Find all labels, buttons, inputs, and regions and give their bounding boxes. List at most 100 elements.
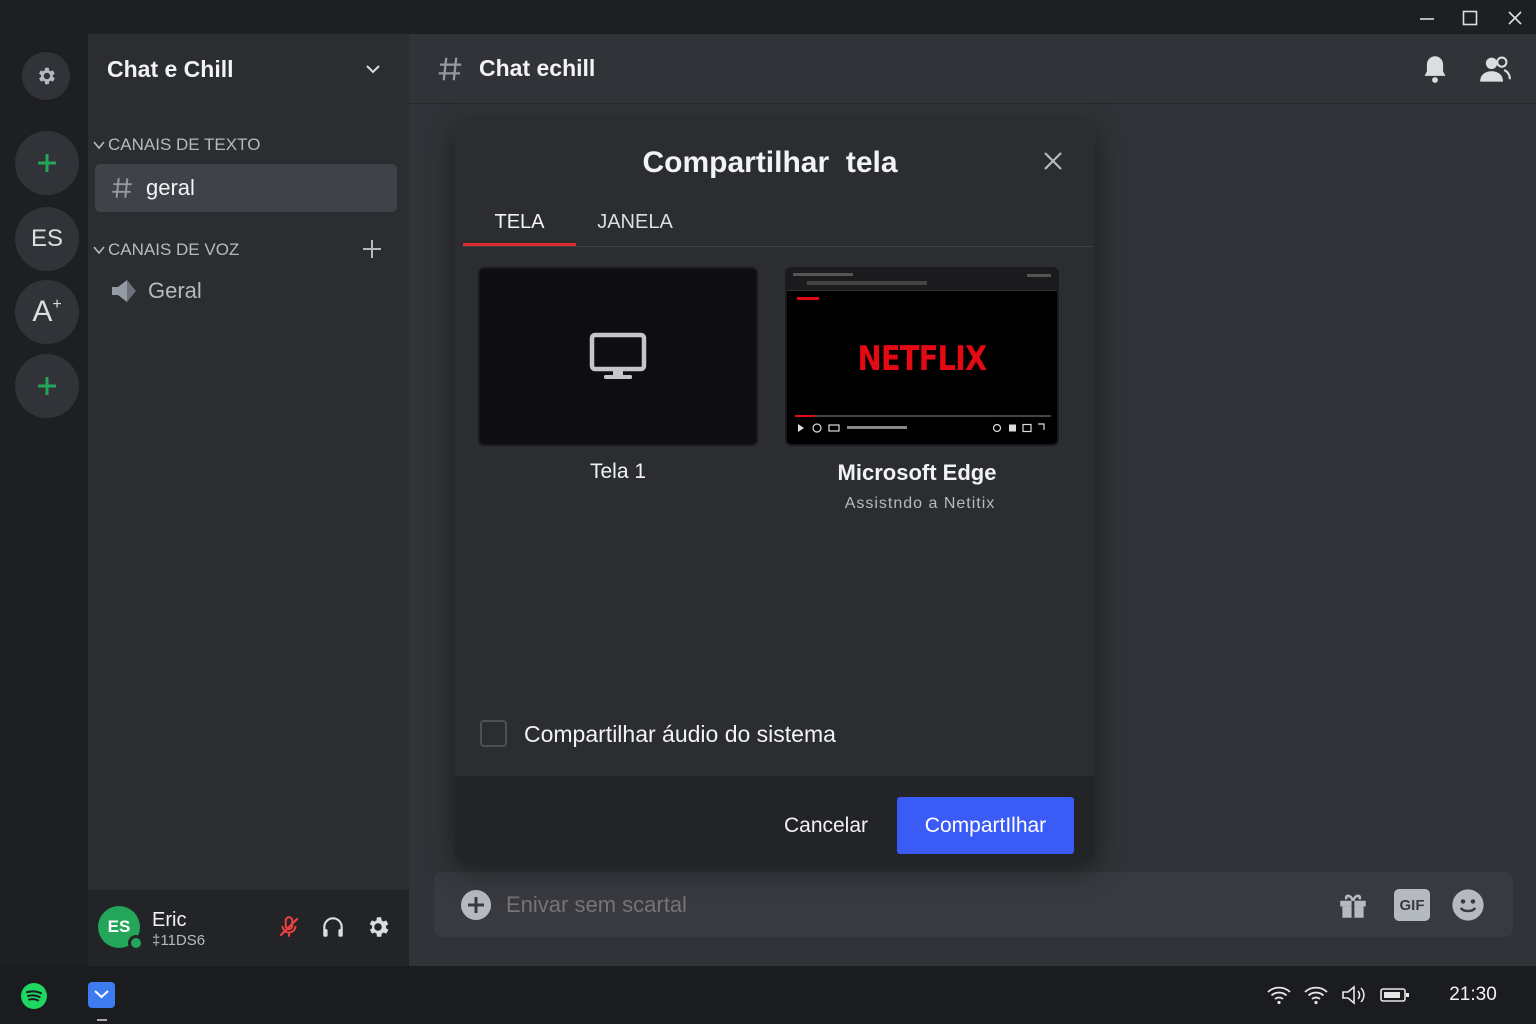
settings-server-button[interactable] [22,52,70,100]
maximize-button[interactable] [1455,4,1485,32]
discord-taskbar-button[interactable] [88,982,115,1008]
message-input[interactable] [506,884,1306,926]
player-controls-icon [798,423,1045,433]
cancel-button[interactable]: Cancelar [771,797,881,854]
battery-icon [1380,988,1409,1002]
maximize-icon [1462,10,1478,26]
video-controls [795,422,1051,434]
wifi-icon [1267,986,1291,1005]
wifi-tray-button[interactable] [1303,985,1329,1005]
category-text-label: CANAIS DE TEXTO [108,135,261,154]
status-online-indicator [128,935,144,951]
create-server-button[interactable] [15,354,79,418]
gear-icon [369,917,389,937]
spotify-taskbar-button[interactable] [21,983,47,1009]
channel-sidebar: Chat e Chill CANAIS DE TEXTO geral CANAI… [88,34,409,966]
member-list-button[interactable] [1479,54,1511,84]
volume-tray-button[interactable] [1340,984,1368,1006]
hash-icon [438,57,462,80]
source-subtitle: Assistndo a Netitix [844,495,996,512]
server-a-label: A [32,295,53,328]
channel-item-geral[interactable]: geral [95,164,397,212]
volume-icon [1342,985,1365,1005]
window-title-bar [0,0,1536,34]
network-tray-button[interactable] [1266,985,1292,1005]
members-icon [1480,56,1511,82]
share-audio-label[interactable]: Compartilhar áudio do sistema [524,721,836,748]
server-a-plus[interactable]: A + [15,280,79,344]
modal-footer: Cancelar CompartIlhar [455,776,1095,862]
modal-title: Compartilhar tela [642,146,898,179]
chevron-down-icon [93,141,105,150]
minimize-icon [1420,18,1434,20]
tabs-divider [463,246,1093,247]
video-progress-fill [795,415,816,417]
close-window-button[interactable] [1500,4,1530,32]
spotify-icon [21,983,47,1009]
video-progress-track [795,415,1051,417]
source-thumbnail-microsoft-edge[interactable]: NETFLIX [785,267,1059,446]
close-icon [1508,11,1522,25]
speaker-icon [112,280,136,302]
browser-chrome [787,269,1057,291]
gif-label: GIF [1399,896,1425,914]
wifi-icon [1304,986,1328,1005]
browser-tab-bar [793,273,853,276]
netflix-small-logo [797,297,819,300]
channel-item-voice-geral[interactable]: Geral [95,268,397,314]
battery-tray-button[interactable] [1380,987,1410,1003]
user-tag: ‡11DS6 [152,932,206,949]
mute-mic-button[interactable] [276,914,302,940]
browser-address-bar [807,281,927,285]
close-icon [1044,152,1062,170]
guild-header[interactable]: Chat e Chill [88,34,409,104]
headphones-icon [323,917,343,937]
deafen-button[interactable] [320,914,346,940]
mic-muted-icon [279,916,299,937]
source-title: Tela 1 [589,460,647,483]
gear-icon [39,67,55,85]
add-voice-channel-button[interactable] [361,238,383,260]
monitor-icon [589,332,647,379]
server-es[interactable]: ES [15,207,79,271]
tab-janela[interactable]: JANELA [585,198,685,246]
share-audio-checkbox[interactable] [480,720,507,747]
category-voice-label: CANAIS DE VOZ [108,240,240,259]
tab-tela-label: TELA [494,210,545,233]
gif-button[interactable]: GIF [1394,889,1430,921]
os-taskbar: 21:30 [0,966,1536,1024]
bell-icon [1424,56,1446,83]
clock[interactable]: 21:30 [1440,984,1506,1006]
browser-window-controls [1027,274,1051,277]
netflix-logo: NETFLIX [857,339,988,379]
category-text-channels[interactable]: CANAIS DE TEXTO [93,135,260,155]
category-voice-channels[interactable]: CANAIS DE VOZ [93,240,239,260]
minimize-button[interactable] [1412,4,1442,32]
attach-button[interactable] [460,889,492,921]
plus-icon [363,240,381,258]
server-a-sup: + [52,296,62,313]
channel-name: geral [146,175,195,200]
username: Eric [152,909,187,931]
channel-header: Chat echill [409,34,1536,104]
hash-icon [112,178,132,198]
share-button[interactable]: CompartIlhar [897,797,1074,854]
plus-circle-icon [461,890,491,920]
voice-channel-name: Geral [148,278,202,303]
chevron-down-icon [93,246,105,255]
modal-close-button[interactable] [1042,150,1064,172]
user-panel: ES Eric ‡11DS6 [88,890,409,966]
gift-button[interactable] [1336,888,1370,922]
source-thumbnail-tela-1[interactable] [478,267,758,446]
server-es-label: ES [30,225,63,252]
chevron-down-icon [366,65,380,74]
user-settings-button[interactable] [365,914,391,940]
source-title: Microsoft Edge [837,460,997,485]
tab-tela[interactable]: TELA [463,198,576,246]
avatar-initials: ES [107,917,131,936]
add-server-button[interactable] [15,131,79,195]
notifications-button[interactable] [1421,54,1449,84]
plus-icon [38,154,56,172]
emoji-button[interactable] [1451,888,1485,922]
gift-icon [1340,894,1366,918]
